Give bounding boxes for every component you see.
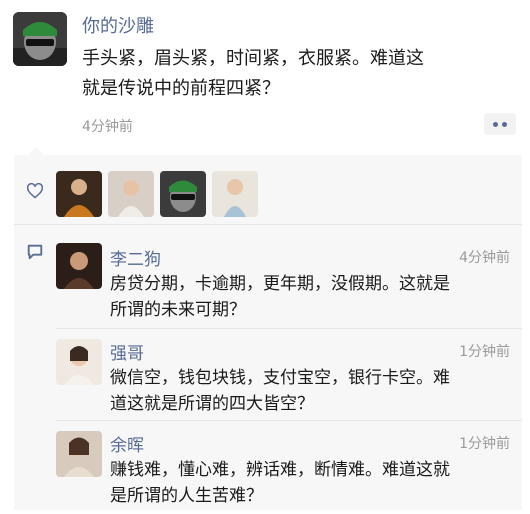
commenter-name[interactable]: 强哥 — [110, 339, 144, 364]
heart-outline-icon — [26, 183, 44, 199]
post-text-line: 就是传说中的前程四紧？ — [82, 78, 280, 99]
comment-timestamp: 1分钟前 — [459, 436, 510, 452]
comment-item: 余晖 1分钟前 赚钱难，懂心难，辨话难，断情难。难道这就 是所谓的人生苦难？ — [14, 423, 522, 510]
comment-text: 赚钱难，懂心难，辨话难，断情难。难道这就 是所谓的人生苦难？ — [110, 457, 450, 509]
comment-item: 强哥 1分钟前 微信空，钱包块钱，支付宝空，银行卡空。难 道这就是所谓的四大皆空… — [14, 331, 522, 421]
comment-text: 房贷分期，卡逾期，更年期，没假期。这就是 所谓的未来可期？ — [110, 271, 450, 323]
dot — [493, 121, 498, 127]
like-avatar[interactable] — [212, 171, 258, 217]
comment-text-line: 所谓的未来可期？ — [110, 300, 246, 320]
likes-row — [14, 155, 522, 225]
more-dots-icon[interactable] — [484, 113, 516, 135]
comment-item: 李二狗 4分钟前 房贷分期，卡逾期，更年期，没假期。这就是 所谓的未来可期？ — [14, 237, 522, 329]
comment-timestamp: 4分钟前 — [459, 250, 510, 266]
comment-text-line: 是所谓的人生苦难？ — [110, 486, 263, 506]
interaction-panel: 李二狗 4分钟前 房贷分期，卡逾期，更年期，没假期。这就是 所谓的未来可期？ 强… — [14, 147, 522, 510]
dot — [502, 121, 507, 127]
like-avatar[interactable] — [160, 171, 206, 217]
commenter-name[interactable]: 李二狗 — [110, 245, 161, 270]
panel-pointer — [28, 147, 44, 155]
comment-text-line: 微信空，钱包块钱，支付宝空，银行卡空。难 — [110, 368, 450, 388]
like-avatar[interactable] — [108, 171, 154, 217]
moment-post: 你的沙雕 手头紧，眉头紧，时间紧，衣服紧。难道这 就是传说中的前程四紧？ 4分钟… — [0, 0, 530, 150]
comment-text-line: 赚钱难，懂心难，辨话难，断情难。难道这就 — [110, 460, 450, 480]
post-text: 手头紧，眉头紧，时间紧，衣服紧。难道这 就是传说中的前程四紧？ — [82, 44, 517, 104]
commenter-avatar[interactable] — [56, 339, 102, 385]
post-timestamp: 4分钟前 — [82, 119, 133, 135]
commenter-name[interactable]: 余晖 — [110, 431, 144, 456]
post-text-line: 手头紧，眉头紧，时间紧，衣服紧。难道这 — [82, 48, 424, 69]
commenter-avatar[interactable] — [56, 243, 102, 289]
commenter-avatar[interactable] — [56, 431, 102, 477]
author-avatar[interactable] — [13, 12, 67, 66]
like-avatar[interactable] — [56, 171, 102, 217]
comment-text-line: 道这就是所谓的四大皆空？ — [110, 394, 314, 414]
comment-text-line: 房贷分期，卡逾期，更年期，没假期。这就是 — [110, 274, 450, 294]
divider — [56, 328, 522, 329]
author-name[interactable]: 你的沙雕 — [82, 12, 154, 38]
comment-text: 微信空，钱包块钱，支付宝空，银行卡空。难 道这就是所谓的四大皆空？ — [110, 365, 450, 417]
comment-timestamp: 1分钟前 — [459, 344, 510, 360]
speech-bubble-icon — [27, 244, 43, 260]
divider — [56, 420, 522, 421]
